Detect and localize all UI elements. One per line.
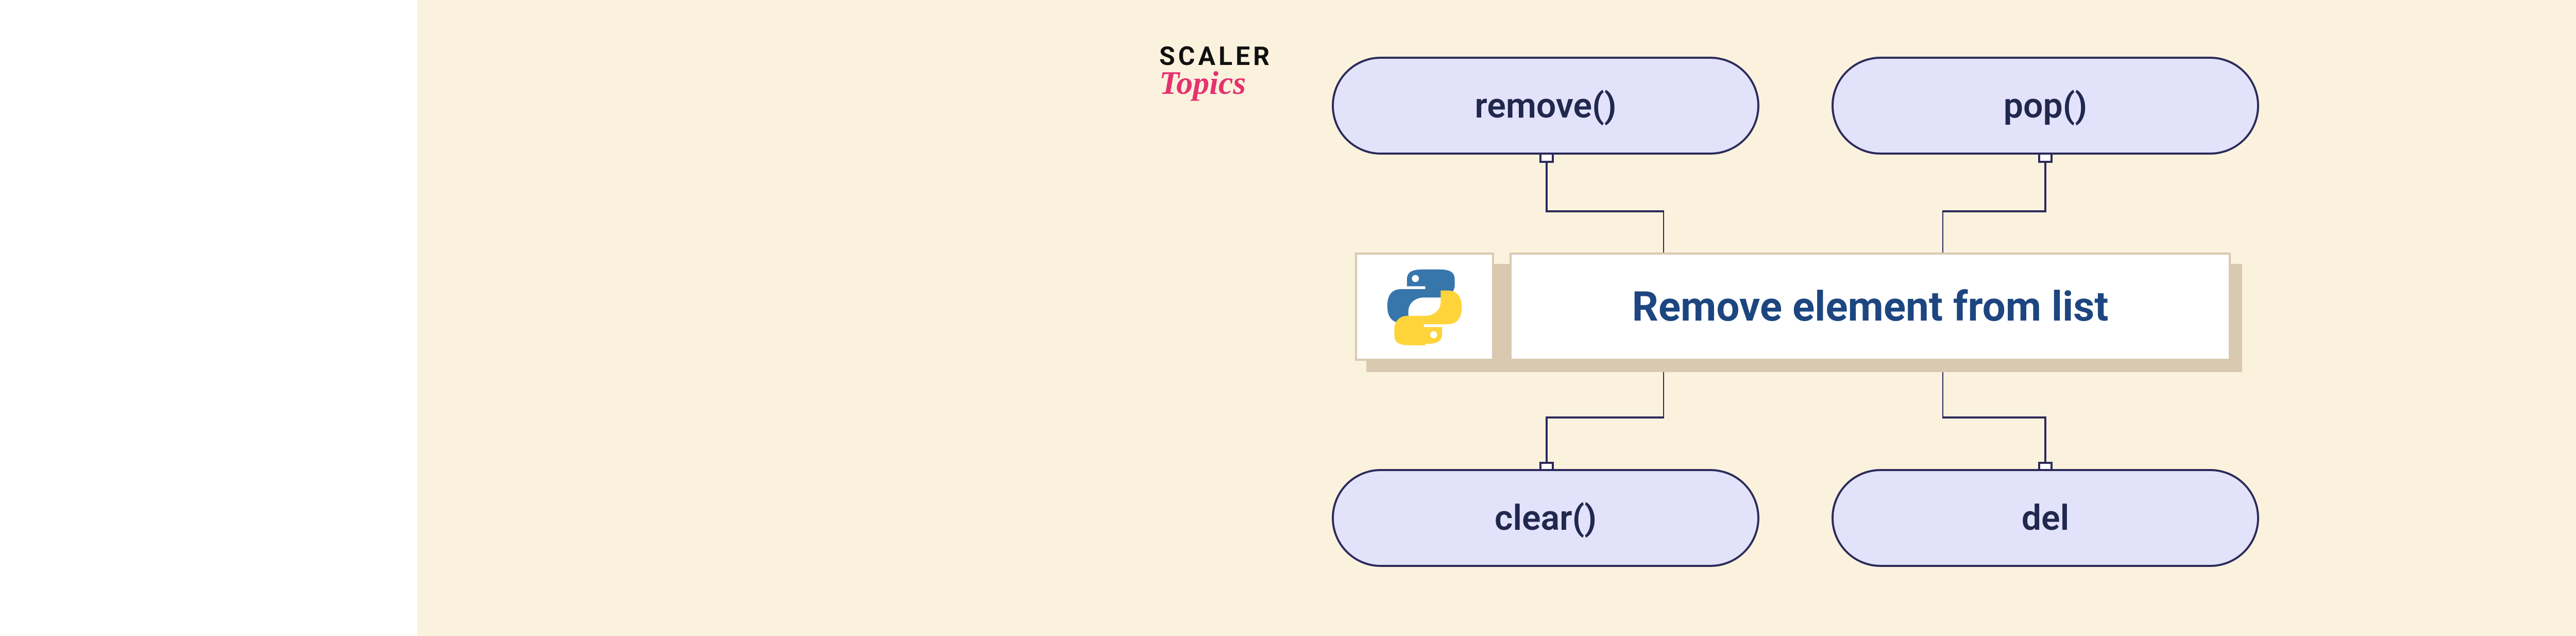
center-node: Remove element from list (1355, 253, 2241, 371)
node-pop: pop() (1832, 57, 2259, 155)
connector-del (1942, 371, 2056, 474)
connector-clear (1530, 371, 1664, 474)
canvas: SCALER Topics remove() pop() (0, 0, 2576, 636)
scaler-topics-logo: SCALER Topics (1159, 44, 1273, 99)
connector-pop (1942, 155, 2056, 258)
node-clear: clear() (1332, 469, 1759, 567)
node-del-label: del (2022, 497, 2070, 539)
connector-remove (1530, 155, 1664, 258)
diagram-panel: SCALER Topics remove() pop() (417, 0, 2576, 636)
python-icon-box (1355, 253, 1494, 361)
node-clear-label: clear() (1495, 497, 1597, 539)
node-del: del (1832, 469, 2259, 567)
node-remove: remove() (1332, 57, 1759, 155)
python-icon (1386, 268, 1463, 345)
node-pop-label: pop() (2004, 85, 2087, 126)
node-remove-label: remove() (1475, 85, 1616, 126)
center-title: Remove element from list (1632, 282, 2109, 331)
center-title-box: Remove element from list (1510, 253, 2231, 361)
